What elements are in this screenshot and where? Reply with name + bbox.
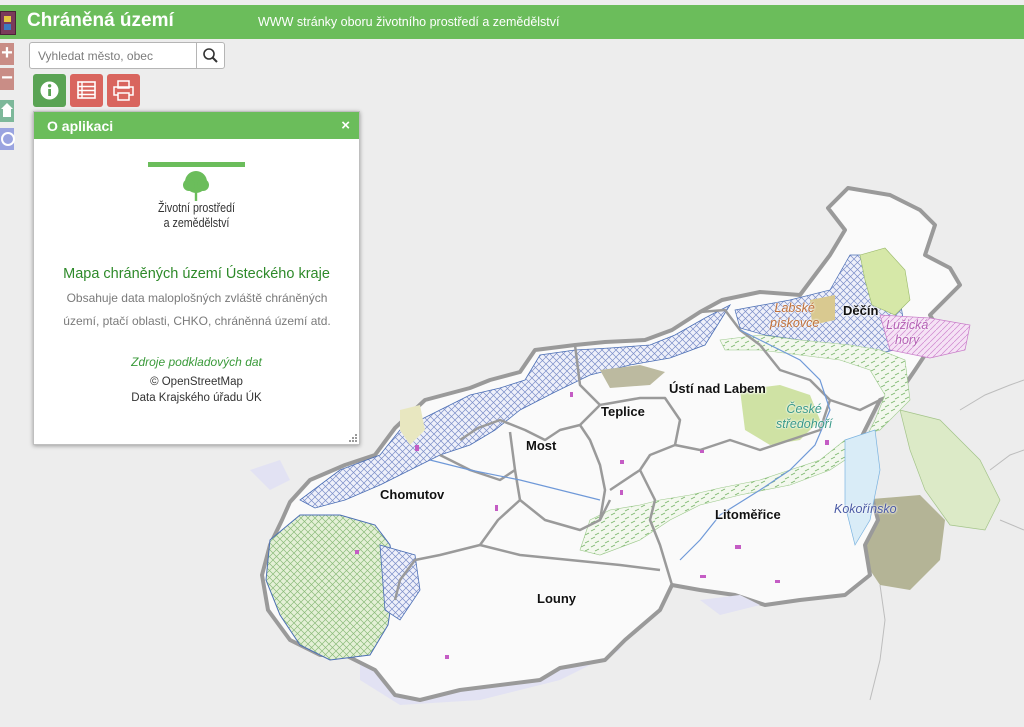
zoom-in-button[interactable]: + [0, 43, 14, 65]
data-sources-link[interactable]: Zdroje podkladových dat [34, 355, 359, 369]
zoom-out-button[interactable]: − [0, 68, 14, 90]
protected-label-kokorinsko: Kokořínsko [834, 502, 897, 516]
search-box [29, 42, 225, 69]
print-icon [113, 80, 134, 101]
home-button[interactable] [0, 100, 14, 122]
protected-label-ceske-stredohori: České středohoří [776, 402, 833, 431]
crest-logo-icon[interactable] [0, 11, 16, 35]
logo-text-line2: a zemědělství [163, 215, 230, 230]
town-label-litomerice: Litoměřice [715, 507, 781, 522]
info-icon [40, 81, 59, 100]
town-label-usti-nad-labem: Ústí nad Labem [669, 381, 766, 396]
app-title: Chráněná území [27, 10, 174, 31]
print-button[interactable] [107, 74, 140, 107]
protected-label-labske-piskovce: Labské pískovce [770, 301, 820, 330]
protected-label-luzicke-hory: Lužická hory [886, 318, 929, 347]
layers-list-button[interactable] [70, 74, 103, 107]
credit-osm: © OpenStreetMap [150, 376, 243, 388]
panel-close-button[interactable]: × [341, 117, 350, 134]
panel-header: O aplikaci × [34, 112, 359, 139]
logo-text-line1: Životní prostředí [157, 200, 236, 215]
town-label-teplice: Teplice [601, 404, 645, 419]
locate-button[interactable] [0, 128, 15, 150]
town-label-louny: Louny [537, 591, 576, 606]
panel-title: O aplikaci [47, 118, 114, 134]
app-subtitle-link[interactable]: WWW stránky oboru životního prostředí a … [258, 15, 560, 29]
about-panel: O aplikaci × Životní prostředí a zeměděl… [33, 111, 360, 445]
panel-heading: Mapa chráněných území Ústeckého kraje [63, 266, 330, 282]
list-icon [77, 81, 96, 99]
town-label-most: Most [526, 438, 557, 453]
app-header: Chráněná území WWW stránky oboru životní… [0, 5, 1024, 39]
credit-kraj: Data Krajského úřadu ÚK [131, 392, 262, 404]
search-input[interactable] [30, 43, 198, 68]
tree-logo-icon [183, 171, 209, 201]
town-label-decin: Děčín [843, 303, 879, 318]
resize-handle-icon[interactable] [349, 434, 357, 442]
town-label-chomutov: Chomutov [380, 487, 445, 502]
search-button[interactable] [196, 43, 224, 68]
search-icon [203, 48, 218, 63]
info-button[interactable] [33, 74, 66, 107]
panel-description: Obsahuje data maloplošných zvláště chrán… [63, 291, 331, 328]
logo-bar [148, 162, 245, 167]
